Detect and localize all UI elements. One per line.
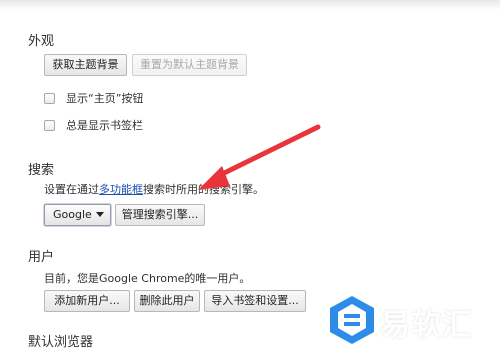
watermark-logo-icon [330,296,374,344]
watermark-text: 易软汇 [380,308,473,343]
arrow-shaft [211,124,321,181]
arrow-head [198,166,230,190]
watermark: 易软汇 [326,292,498,348]
